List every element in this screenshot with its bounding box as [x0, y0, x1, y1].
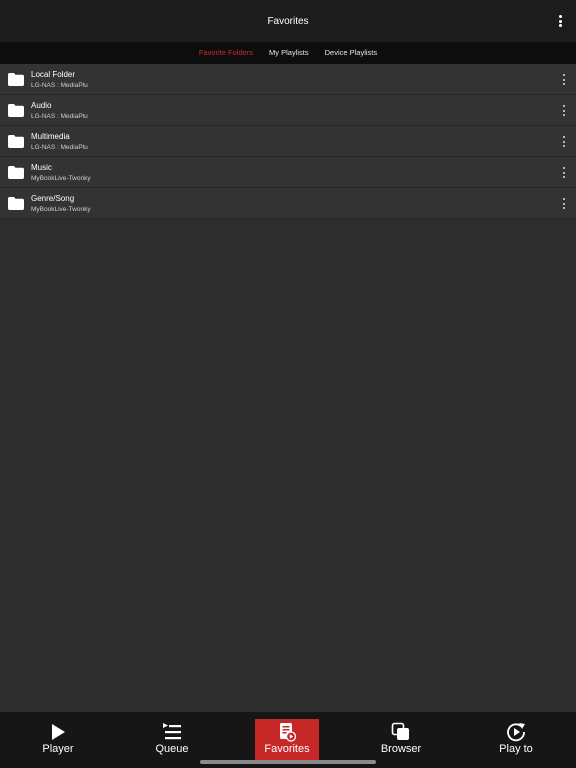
more-vertical-icon[interactable]	[560, 166, 568, 179]
folder-source: MyBookLive-Twonky	[31, 206, 91, 213]
list-item[interactable]: Audio LG-NAS : MediaPlu	[0, 95, 576, 126]
folder-source: LG-NAS : MediaPlu	[31, 144, 88, 151]
folder-icon	[8, 166, 24, 179]
nav-browser[interactable]: Browser	[369, 719, 433, 761]
tab-device-playlists[interactable]: Device Playlists	[317, 42, 386, 64]
home-indicator	[200, 760, 376, 764]
nav-play-to[interactable]: Play to	[484, 719, 548, 761]
tab-favorite-folders[interactable]: Favorite Folders	[191, 42, 261, 68]
nav-label: Queue	[155, 743, 189, 755]
folder-title: Audio	[31, 101, 52, 110]
list-item[interactable]: Music MyBookLive-Twonky	[0, 157, 576, 188]
play-icon	[52, 724, 65, 740]
nav-label: Browser	[380, 743, 422, 755]
list-item[interactable]: Multimedia LG-NAS : MediaPlu	[0, 126, 576, 157]
folder-title: Music	[31, 163, 52, 172]
folder-icon	[8, 73, 24, 86]
folder-title: Multimedia	[31, 132, 70, 141]
browser-icon	[391, 722, 409, 740]
folder-title: Genre/Song	[31, 194, 75, 203]
folder-icon	[8, 104, 24, 117]
queue-icon	[163, 723, 181, 740]
page-title: Favorites	[267, 15, 309, 27]
folder-title: Local Folder	[31, 70, 76, 79]
more-vertical-icon[interactable]	[560, 135, 568, 148]
list-item[interactable]: Local Folder LG-NAS : MediaPlu	[0, 64, 576, 95]
folder-icon	[8, 135, 24, 148]
folder-source: LG-NAS : MediaPlu	[31, 82, 88, 89]
more-vertical-icon[interactable]	[552, 13, 568, 29]
nav-label: Play to	[499, 743, 533, 755]
more-vertical-icon[interactable]	[560, 197, 568, 210]
folder-icon	[8, 197, 24, 210]
nav-label: Favorites	[264, 743, 310, 755]
play-to-icon	[507, 723, 525, 742]
favorite-folders-list: Local Folder LG-NAS : MediaPlu Audio LG-…	[0, 64, 576, 219]
folder-source: MyBookLive-Twonky	[31, 175, 91, 182]
folder-source: LG-NAS : MediaPlu	[31, 113, 88, 120]
nav-player[interactable]: Player	[26, 719, 90, 761]
app-header: Favorites	[0, 0, 576, 42]
nav-favorites[interactable]: Favorites	[255, 719, 319, 761]
nav-queue[interactable]: Queue	[140, 719, 204, 761]
list-item[interactable]: Genre/Song MyBookLive-Twonky	[0, 188, 576, 219]
more-vertical-icon[interactable]	[560, 73, 568, 86]
nav-label: Player	[42, 743, 74, 755]
favorites-icon	[280, 723, 297, 742]
more-vertical-icon[interactable]	[560, 104, 568, 117]
tab-my-playlists[interactable]: My Playlists	[261, 42, 317, 64]
tab-bar: Favorite Folders My Playlists Device Pla…	[0, 42, 576, 68]
